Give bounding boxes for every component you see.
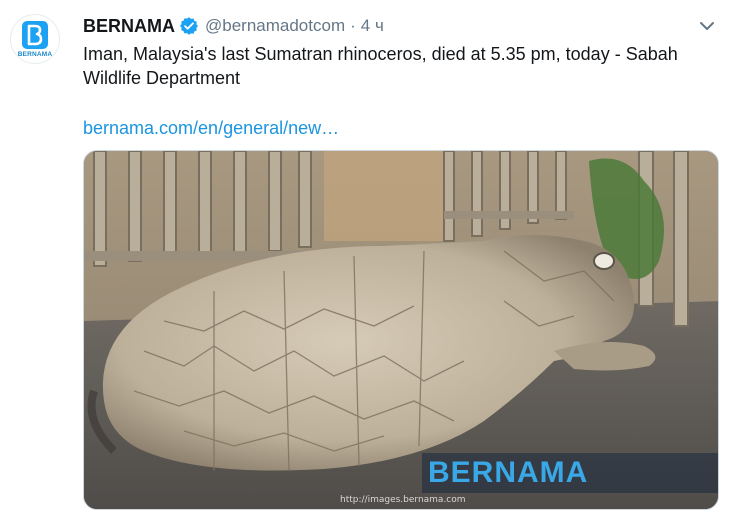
watermark-text: BERNAMA — [428, 456, 589, 489]
separator-dot: · — [350, 16, 356, 35]
tweet-header: BERNAMA @bernamadotcom · 4 ч — [83, 14, 384, 38]
tweet-text: Iman, Malaysia's last Sumatran rhinocero… — [83, 44, 678, 88]
verified-badge-icon — [179, 16, 199, 36]
display-name[interactable]: BERNAMA — [83, 16, 175, 37]
tweet-card[interactable]: BERNAMA BERNAMA @bernamadotcom · 4 ч Ima… — [0, 0, 731, 519]
timestamp[interactable]: 4 ч — [361, 16, 384, 36]
bernama-logo-icon — [22, 20, 48, 49]
tweet-photo[interactable]: BERNAMA http://images.bernama.com — [83, 150, 719, 510]
chevron-down-icon[interactable] — [697, 16, 717, 36]
tweet-link[interactable]: bernama.com/en/general/new… — [83, 116, 339, 140]
avatar-brand-label: BERNAMA — [17, 50, 53, 58]
photo-credit: http://images.bernama.com — [340, 495, 466, 505]
avatar[interactable]: BERNAMA — [10, 14, 60, 64]
handle[interactable]: @bernamadotcom — [205, 16, 345, 36]
photo-watermark: BERNAMA — [422, 453, 718, 493]
